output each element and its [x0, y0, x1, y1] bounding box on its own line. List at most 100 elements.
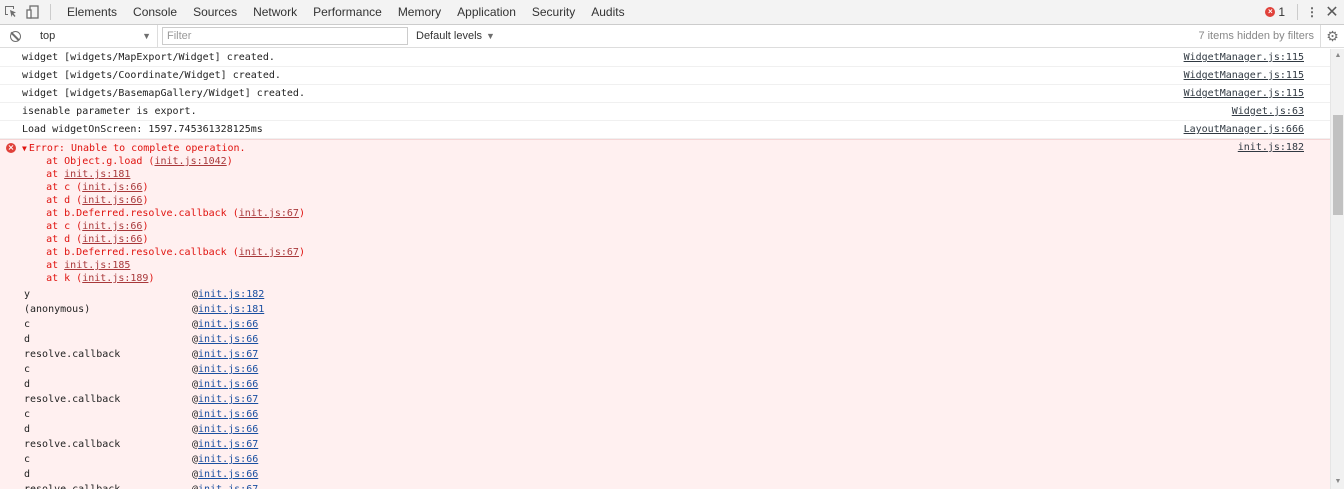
stack-text: at b.Deferred.resolve.callback ( — [22, 208, 239, 219]
log-message: Load widgetOnScreen: 1597.745361328125ms… — [0, 121, 1330, 139]
function-name: (anonymous) — [24, 304, 91, 315]
stack-text: at c ( — [22, 221, 83, 232]
stack-line: at Object.g.load (init.js:1042) — [22, 155, 1330, 168]
error-icon: × — [1265, 7, 1276, 17]
source-link[interactable]: WidgetManager.js:115 — [1184, 69, 1304, 82]
call-frame-row: resolve.callback@init.js:67 — [24, 347, 1330, 362]
stack-text-end: ) — [142, 195, 149, 206]
frame-link[interactable]: init.js:66 — [198, 407, 258, 422]
log-text: Load widgetOnScreen: 1597.745361328125ms — [22, 124, 263, 135]
function-name: d — [24, 424, 31, 435]
stack-line: at init.js:185 — [22, 259, 1330, 272]
scroll-up-icon[interactable]: ▲ — [1331, 49, 1344, 63]
stack-link[interactable]: init.js:67 — [239, 208, 299, 219]
frame-link[interactable]: init.js:67 — [198, 482, 258, 489]
stack-line: at k (init.js:189) — [22, 272, 1330, 285]
call-frame-row: c @ init.js:66 — [24, 407, 1330, 422]
stack-text-end: ) — [298, 247, 305, 258]
frame-link[interactable]: init.js:66 — [198, 452, 258, 467]
scroll-down-icon[interactable]: ▼ — [1331, 475, 1344, 489]
frame-link[interactable]: init.js:66 — [198, 362, 258, 377]
log-text: widget [widgets/MapExport/Widget] create… — [22, 52, 275, 63]
call-frame-row: c @ init.js:66 — [24, 362, 1330, 377]
devtools-tabbar: Elements Console Sources Network Perform… — [0, 0, 1344, 25]
log-levels-dropdown[interactable]: Default levels ▼ — [416, 30, 495, 42]
stack-text-end: ) — [148, 273, 155, 284]
call-frame-row: resolve.callback@init.js:67 — [24, 392, 1330, 407]
stack-text: at k ( — [22, 273, 83, 284]
stack-line: at b.Deferred.resolve.callback (init.js:… — [22, 207, 1330, 220]
stack-link[interactable]: init.js:66 — [82, 195, 142, 206]
frame-link[interactable]: init.js:181 — [198, 302, 264, 317]
source-link[interactable]: WidgetManager.js:115 — [1184, 87, 1304, 100]
call-frame-row: c @ init.js:66 — [24, 452, 1330, 467]
function-name: c — [24, 454, 31, 465]
stack-link[interactable]: init.js:1042 — [154, 156, 226, 167]
more-options-icon[interactable]: ⋮ — [1304, 5, 1320, 19]
call-frame-row: resolve.callback@init.js:67 — [24, 482, 1330, 489]
frame-link[interactable]: init.js:67 — [198, 392, 258, 407]
error-header[interactable]: ▼ Error: Unable to complete operation. — [22, 142, 1330, 155]
stack-link[interactable]: init.js:66 — [82, 234, 142, 245]
function-name: c — [24, 364, 31, 375]
log-message: widget [widgets/Coordinate/Widget] creat… — [0, 67, 1330, 85]
tab-memory[interactable]: Memory — [390, 0, 449, 24]
frame-link[interactable]: init.js:67 — [198, 347, 258, 362]
tab-performance[interactable]: Performance — [305, 0, 390, 24]
frame-link[interactable]: init.js:66 — [198, 332, 258, 347]
log-text: isenable parameter is export. — [22, 106, 197, 117]
tab-sources[interactable]: Sources — [185, 0, 245, 24]
device-toolbar-icon[interactable] — [22, 0, 44, 24]
stack-link[interactable]: init.js:66 — [82, 221, 142, 232]
stack-link[interactable]: init.js:189 — [82, 273, 148, 284]
source-link[interactable]: init.js:182 — [1238, 142, 1304, 153]
context-selector[interactable]: top ▼ — [30, 25, 158, 47]
tab-elements[interactable]: Elements — [59, 0, 125, 24]
function-name: c — [24, 409, 31, 420]
stack-link[interactable]: init.js:181 — [64, 169, 130, 180]
error-icon: × — [6, 143, 16, 153]
close-icon[interactable]: ✕ — [1320, 2, 1344, 22]
tab-console[interactable]: Console — [125, 0, 185, 24]
stack-link[interactable]: init.js:66 — [82, 182, 142, 193]
function-name: resolve.callback — [24, 394, 121, 405]
frame-link[interactable]: init.js:66 — [198, 422, 258, 437]
frame-link[interactable]: init.js:182 — [198, 287, 264, 302]
expand-triangle-icon[interactable]: ▼ — [22, 144, 27, 153]
frame-link[interactable]: init.js:66 — [198, 467, 258, 482]
log-levels-label: Default levels — [416, 30, 483, 42]
stack-line: at c (init.js:66) — [22, 220, 1330, 233]
stack-text: at — [22, 260, 65, 271]
call-frame-row: resolve.callback@init.js:67 — [24, 437, 1330, 452]
source-link[interactable]: LayoutManager.js:666 — [1184, 123, 1304, 136]
function-name: resolve.callback — [24, 349, 121, 360]
error-text: Error: Unable to complete operation. — [28, 143, 246, 154]
tab-security[interactable]: Security — [524, 0, 583, 24]
frame-link[interactable]: init.js:66 — [198, 377, 258, 392]
frame-link[interactable]: init.js:66 — [198, 317, 258, 332]
stack-link[interactable]: init.js:185 — [64, 260, 130, 271]
stack-text-end: ) — [142, 182, 149, 193]
clear-console-button[interactable] — [0, 25, 30, 47]
gear-icon[interactable]: ⚙ — [1320, 25, 1344, 47]
log-text: widget [widgets/BasemapGallery/Widget] c… — [22, 88, 305, 99]
call-frame-row: (anonymous) @ init.js:181 — [24, 302, 1330, 317]
scrollbar-thumb[interactable] — [1333, 115, 1343, 215]
tab-audits[interactable]: Audits — [583, 0, 632, 24]
function-name: d — [24, 469, 31, 480]
tab-network[interactable]: Network — [245, 0, 305, 24]
source-link[interactable]: WidgetManager.js:115 — [1184, 51, 1304, 64]
error-count-badge[interactable]: × 1 — [1259, 5, 1291, 19]
filter-input[interactable] — [162, 27, 408, 45]
stack-text: at — [22, 169, 65, 180]
frame-link[interactable]: init.js:67 — [198, 437, 258, 452]
tabbar-separator — [50, 4, 51, 20]
call-frame-row: d @ init.js:66 — [24, 332, 1330, 347]
scrollbar[interactable]: ▲ ▼ — [1330, 49, 1344, 489]
tab-application[interactable]: Application — [449, 0, 524, 24]
stack-line: at b.Deferred.resolve.callback (init.js:… — [22, 246, 1330, 259]
stack-line: at d (init.js:66) — [22, 194, 1330, 207]
stack-link[interactable]: init.js:67 — [239, 247, 299, 258]
inspect-element-icon[interactable] — [0, 0, 22, 24]
source-link[interactable]: Widget.js:63 — [1232, 105, 1304, 118]
